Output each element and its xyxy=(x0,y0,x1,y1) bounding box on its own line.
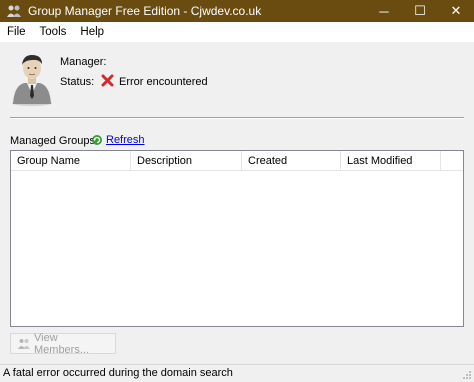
column-created[interactable]: Created xyxy=(242,151,341,171)
status-value: Error encountered xyxy=(119,76,208,88)
user-avatar-icon xyxy=(10,50,54,106)
users-icon xyxy=(17,338,31,350)
manager-label: Manager: xyxy=(60,56,107,68)
list-header: Group Name Description Created Last Modi… xyxy=(11,151,463,171)
view-members-label: View Members... xyxy=(34,331,90,356)
view-members-button[interactable]: View Members... xyxy=(10,331,116,356)
managed-groups-list[interactable]: Group Name Description Created Last Modi… xyxy=(10,150,464,327)
app-icon xyxy=(6,4,22,18)
maximize-button[interactable]: ☐ xyxy=(402,0,438,22)
window-title: Group Manager Free Edition - Cjwdev.co.u… xyxy=(28,4,262,18)
minimize-button[interactable]: ─ xyxy=(366,0,402,22)
menu-file[interactable]: File xyxy=(0,22,33,42)
error-x-icon xyxy=(101,74,114,90)
separator-line xyxy=(10,117,464,119)
refresh-icon[interactable] xyxy=(91,134,103,146)
resize-grip-icon[interactable] xyxy=(462,370,472,380)
menu-tools[interactable]: Tools xyxy=(33,22,74,42)
close-button[interactable]: ✕ xyxy=(438,0,474,22)
status-bar: A fatal error occurred during the domain… xyxy=(0,364,474,382)
status-bar-text: A fatal error occurred during the domain… xyxy=(3,367,233,379)
status-label: Status: xyxy=(60,76,95,88)
title-bar: Group Manager Free Edition - Cjwdev.co.u… xyxy=(0,0,474,22)
menu-bar: File Tools Help xyxy=(0,22,474,42)
menu-help[interactable]: Help xyxy=(73,22,111,42)
managed-groups-label: Managed Groups xyxy=(10,135,95,147)
refresh-link[interactable]: Refresh xyxy=(106,134,145,146)
column-last-modified[interactable]: Last Modified xyxy=(341,151,441,171)
column-description[interactable]: Description xyxy=(131,151,242,171)
column-group-name[interactable]: Group Name xyxy=(11,151,131,171)
